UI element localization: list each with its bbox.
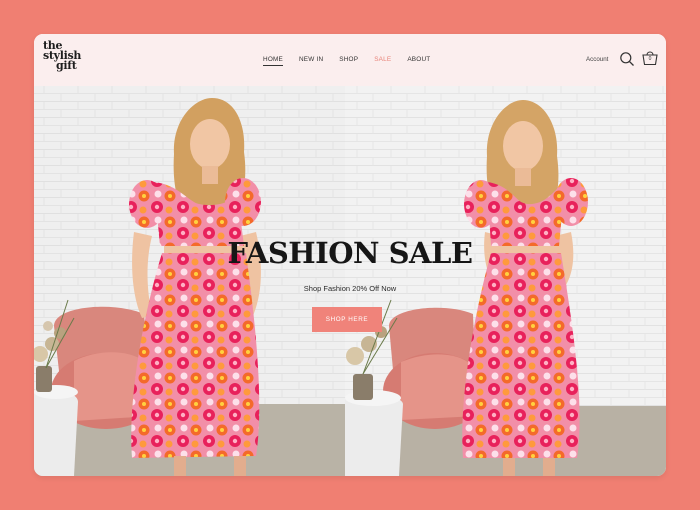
brand-logo[interactable]: the stylish gift: [43, 40, 103, 72]
nav-new-in[interactable]: NEW IN: [299, 56, 323, 66]
browser-frame: the stylish gift HOME NEW IN SHOP SALE A…: [34, 34, 666, 476]
hero-image-right: [345, 86, 666, 476]
site-header: the stylish gift HOME NEW IN SHOP SALE A…: [34, 34, 666, 86]
hero-title: FASHION SALE: [227, 236, 473, 270]
hero-subtitle: Shop Fashion 20% Off Now: [303, 284, 397, 293]
shop-here-button[interactable]: SHOP HERE: [312, 307, 382, 332]
account-link[interactable]: Account: [586, 56, 608, 63]
search-icon[interactable]: [619, 51, 635, 67]
cart-count: 0: [648, 56, 652, 62]
logo-line-3: gift: [56, 59, 77, 72]
hero-banner: FASHION SALE Shop Fashion 20% Off Now SH…: [34, 86, 666, 476]
nav-home[interactable]: HOME: [263, 56, 283, 66]
nav-about[interactable]: ABOUT: [407, 56, 430, 66]
nav-shop[interactable]: SHOP: [339, 56, 358, 66]
hero-image-left: [34, 86, 345, 476]
main-nav: HOME NEW IN SHOP SALE ABOUT: [263, 56, 446, 66]
nav-sale[interactable]: SALE: [374, 56, 391, 66]
